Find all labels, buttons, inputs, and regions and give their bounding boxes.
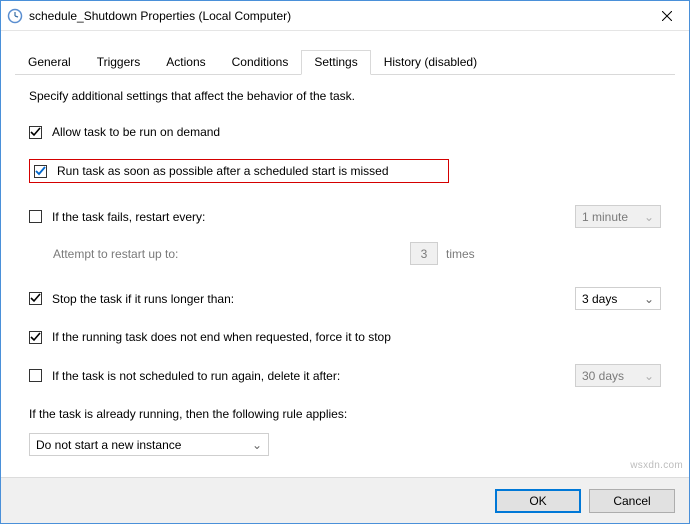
combo-restart-interval: 1 minute ⌄ xyxy=(575,205,661,228)
combo-delete-after: 30 days ⌄ xyxy=(575,364,661,387)
label-attempt-restart: Attempt to restart up to: xyxy=(53,247,410,261)
combo-running-rule[interactable]: Do not start a new instance ⌄ xyxy=(29,433,269,456)
label-run-asap: Run task as soon as possible after a sch… xyxy=(57,164,389,178)
checkbox-stop-longer[interactable] xyxy=(29,292,42,305)
checkbox-force-stop[interactable] xyxy=(29,331,42,344)
tabs: General Triggers Actions Conditions Sett… xyxy=(15,49,675,75)
scheduler-icon xyxy=(7,8,23,24)
button-bar: OK Cancel xyxy=(1,477,689,523)
settings-description: Specify additional settings that affect … xyxy=(29,89,661,103)
label-restart-fail: If the task fails, restart every: xyxy=(52,210,432,224)
chevron-down-icon: ⌄ xyxy=(242,438,262,452)
combo-running-rule-value: Do not start a new instance xyxy=(36,438,181,452)
chevron-down-icon: ⌄ xyxy=(634,292,654,306)
titlebar: schedule_Shutdown Properties (Local Comp… xyxy=(1,1,689,31)
ok-button[interactable]: OK xyxy=(495,489,581,513)
label-allow-on-demand: Allow task to be run on demand xyxy=(52,125,220,139)
input-attempt-count: 3 xyxy=(410,242,438,265)
combo-stop-longer-value: 3 days xyxy=(582,292,617,306)
checkbox-delete-after[interactable] xyxy=(29,369,42,382)
window-title: schedule_Shutdown Properties (Local Comp… xyxy=(29,9,644,23)
label-delete-after: If the task is not scheduled to run agai… xyxy=(52,369,492,383)
close-icon xyxy=(662,11,672,21)
combo-stop-longer[interactable]: 3 days ⌄ xyxy=(575,287,661,310)
tab-general[interactable]: General xyxy=(15,50,84,75)
tab-conditions[interactable]: Conditions xyxy=(219,50,302,75)
chevron-down-icon: ⌄ xyxy=(634,210,654,224)
watermark: wsxdn.com xyxy=(630,460,683,471)
checkbox-restart-fail[interactable] xyxy=(29,210,42,223)
settings-panel: Specify additional settings that affect … xyxy=(15,75,675,466)
tab-triggers[interactable]: Triggers xyxy=(84,50,154,75)
label-running-rule: If the task is already running, then the… xyxy=(29,407,347,421)
close-button[interactable] xyxy=(644,1,689,31)
highlight-run-asap: Run task as soon as possible after a sch… xyxy=(29,159,449,183)
tab-actions[interactable]: Actions xyxy=(153,50,218,75)
tab-settings[interactable]: Settings xyxy=(301,50,370,75)
combo-delete-after-value: 30 days xyxy=(582,369,624,383)
tab-history[interactable]: History (disabled) xyxy=(371,50,490,75)
label-force-stop: If the running task does not end when re… xyxy=(52,330,391,344)
cancel-button[interactable]: Cancel xyxy=(589,489,675,513)
label-times: times xyxy=(446,247,475,261)
checkbox-allow-on-demand[interactable] xyxy=(29,126,42,139)
label-stop-longer: Stop the task if it runs longer than: xyxy=(52,292,432,306)
checkbox-run-asap[interactable] xyxy=(34,165,47,178)
chevron-down-icon: ⌄ xyxy=(634,369,654,383)
combo-restart-interval-value: 1 minute xyxy=(582,210,628,224)
